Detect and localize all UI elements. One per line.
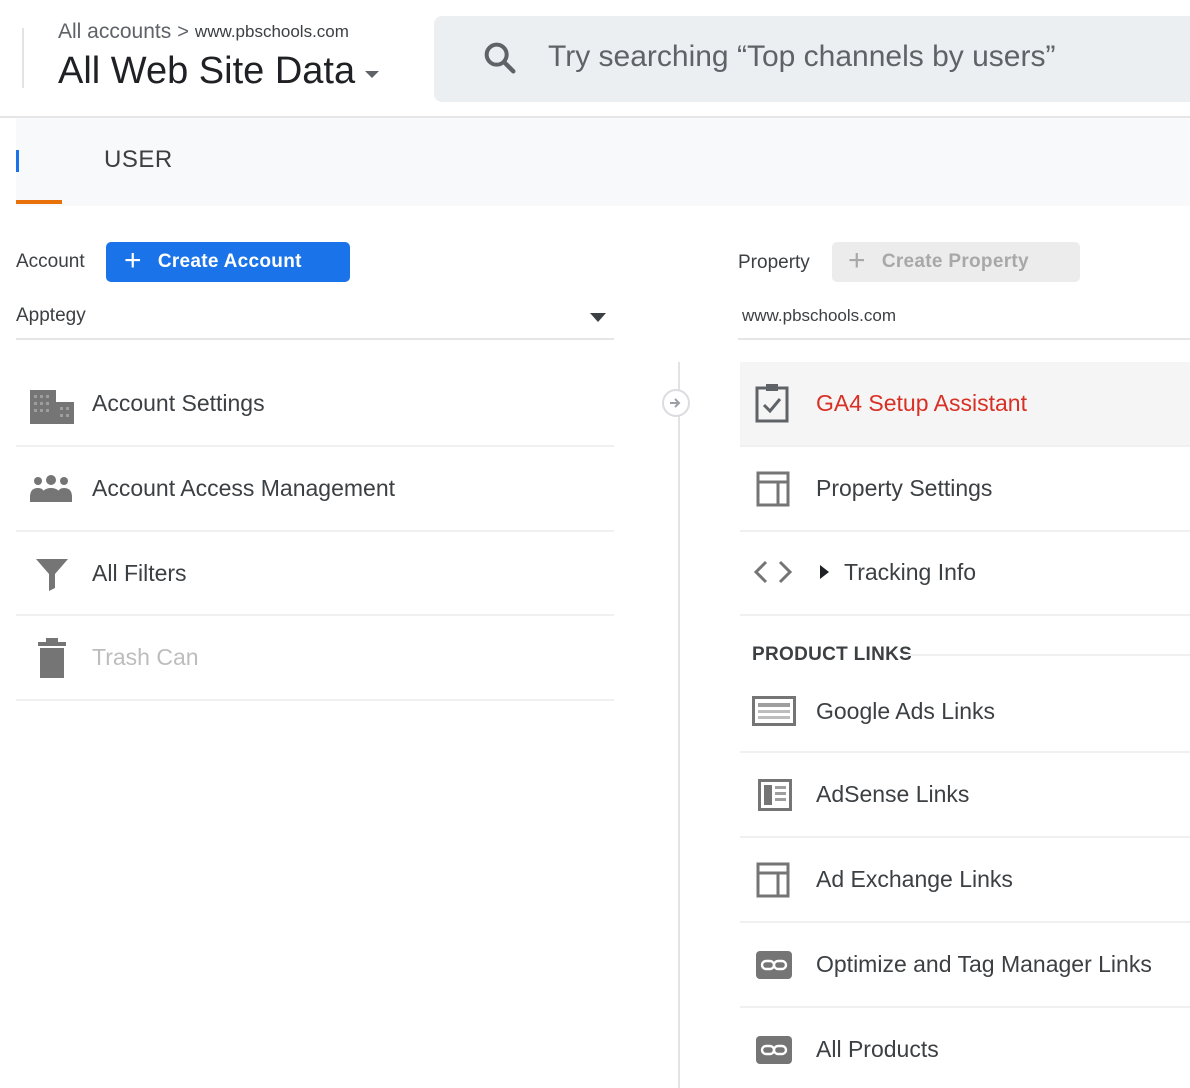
create-account-label: Create Account xyxy=(157,251,302,272)
account-settings-row[interactable]: Account Settings xyxy=(16,362,614,446)
layout-icon xyxy=(756,862,790,898)
filter-icon xyxy=(36,559,68,591)
property-label: Property xyxy=(738,252,810,273)
account-select[interactable] xyxy=(16,300,614,340)
account-label: Account xyxy=(16,251,85,272)
ga4-setup-assistant-label[interactable]: GA4 Setup Assistant xyxy=(816,390,1027,417)
all-filters-row[interactable]: All Filters xyxy=(16,532,614,616)
account-access-management-label: Account Access Management xyxy=(92,475,395,501)
account-select-value[interactable]: Apptegy xyxy=(16,305,86,327)
search-icon xyxy=(484,42,516,74)
optimize-tag-manager-links-label: Optimize and Tag Manager Links xyxy=(816,951,1152,977)
trash-icon xyxy=(38,638,66,678)
breadcrumb-all-accounts[interactable]: All accounts xyxy=(58,20,171,44)
all-filters-label: All Filters xyxy=(92,560,187,586)
breadcrumb-chevron-icon: > xyxy=(177,20,189,43)
column-divider xyxy=(678,362,680,1088)
row-divider xyxy=(740,614,1190,616)
product-links-header: PRODUCT LINKS xyxy=(752,644,913,665)
section-divider xyxy=(906,654,1190,656)
tab-admin-indicator[interactable] xyxy=(16,150,19,172)
tracking-info-row[interactable]: Tracking Info xyxy=(740,532,1190,616)
property-settings-label: Property Settings xyxy=(816,475,993,501)
adsense-links-label: AdSense Links xyxy=(816,781,970,807)
clipboard-check-icon xyxy=(755,384,789,423)
all-products-row[interactable]: All Products xyxy=(740,1008,1190,1088)
plus-icon: + xyxy=(848,243,866,277)
layout-icon xyxy=(756,471,790,507)
arrow-right-icon xyxy=(662,389,690,417)
google-ads-links-label: Google Ads Links xyxy=(816,698,996,724)
optimize-tag-manager-links-row[interactable]: Optimize and Tag Manager Links xyxy=(740,923,1190,1007)
trash-can-row[interactable]: Trash Can xyxy=(16,616,614,700)
tab-strip xyxy=(16,118,1190,206)
account-settings-label: Account Settings xyxy=(92,390,265,416)
breadcrumb-property[interactable]: www.pbschools.com xyxy=(195,22,349,42)
adsense-icon xyxy=(758,779,792,811)
trash-can-label: Trash Can xyxy=(92,644,199,670)
row-divider xyxy=(16,699,614,701)
code-icon xyxy=(754,560,792,584)
building-icon xyxy=(30,390,74,424)
all-products-label: All Products xyxy=(816,1036,939,1062)
header-divider-left xyxy=(22,28,24,88)
ad-exchange-links-row[interactable]: Ad Exchange Links xyxy=(740,838,1190,922)
view-title: All Web Site Data xyxy=(58,50,356,92)
property-settings-row[interactable]: Property Settings xyxy=(740,447,1190,531)
breadcrumb[interactable]: All accounts > www.pbschools.com xyxy=(58,20,349,44)
search-input[interactable]: Try searching “Top channels by users” xyxy=(548,40,1055,74)
ads-icon xyxy=(752,696,796,726)
create-account-button[interactable]: + Create Account xyxy=(106,242,350,282)
caret-down-icon xyxy=(365,71,380,78)
property-select-value[interactable]: www.pbschools.com xyxy=(742,306,896,326)
tracking-info-label: Tracking Info xyxy=(844,559,977,585)
ad-exchange-links-label: Ad Exchange Links xyxy=(816,866,1013,892)
tab-user[interactable]: USER xyxy=(104,146,173,174)
view-selector[interactable]: All Web Site Data xyxy=(58,50,380,93)
account-access-management-row[interactable]: Account Access Management xyxy=(16,447,614,531)
plus-icon: + xyxy=(124,243,142,277)
create-property-label: Create Property xyxy=(881,251,1029,272)
google-ads-links-row[interactable]: Google Ads Links xyxy=(740,670,1190,752)
caret-down-icon[interactable] xyxy=(590,313,606,322)
create-property-button[interactable]: + Create Property xyxy=(832,242,1080,282)
link-icon xyxy=(756,951,792,979)
adsense-links-row[interactable]: AdSense Links xyxy=(740,753,1190,837)
link-icon xyxy=(756,1036,792,1064)
people-icon xyxy=(30,475,72,502)
expand-triangle-icon[interactable] xyxy=(820,565,829,579)
tab-active-underline xyxy=(16,200,62,204)
